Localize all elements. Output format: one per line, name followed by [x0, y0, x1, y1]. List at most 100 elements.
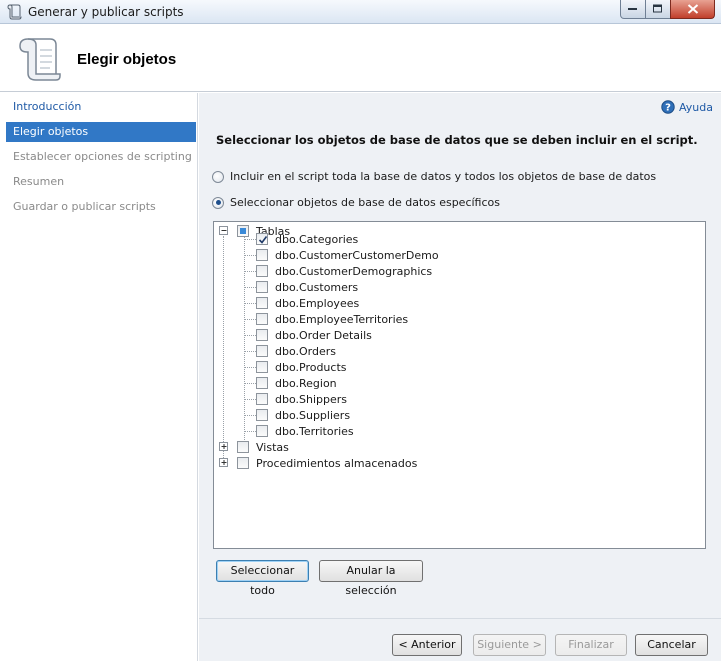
finish-button[interactable]: Finalizar: [555, 634, 627, 656]
tree-guide-line: [245, 399, 256, 400]
radio-entire-database[interactable]: [212, 170, 224, 183]
checkbox[interactable]: [256, 409, 268, 421]
tree-item[interactable]: dbo.Territories: [256, 423, 354, 439]
tree-guide-line: [244, 236, 245, 442]
tree-label: dbo.Order Details: [275, 328, 372, 342]
tree-item[interactable]: dbo.Orders: [256, 343, 336, 359]
tree-item[interactable]: dbo.CustomerDemographics: [256, 263, 432, 279]
help-link[interactable]: ? Ayuda: [661, 100, 713, 114]
checkbox[interactable]: [256, 345, 268, 357]
select-all-button[interactable]: Seleccionar todo: [216, 560, 309, 597]
checkbox-checked[interactable]: [256, 233, 268, 245]
tree-guide-line: [245, 351, 256, 352]
checkbox-procedimientos[interactable]: [237, 457, 249, 469]
expander-procedimientos[interactable]: [219, 458, 228, 467]
tree-label: dbo.EmployeeTerritories: [275, 312, 409, 326]
tree-guide-line: [245, 383, 256, 384]
tree-guide-line: [245, 239, 256, 240]
wizard-footer: < Anterior Siguiente > Finalizar Cancela…: [199, 618, 721, 661]
tree-item[interactable]: dbo.Customers: [256, 279, 358, 295]
tree-label: Procedimientos almacenados: [256, 456, 418, 470]
tree-label: dbo.CustomerDemographics: [275, 264, 433, 278]
next-button[interactable]: Siguiente >: [473, 634, 546, 656]
checkbox[interactable]: [256, 297, 268, 309]
tree-item[interactable]: dbo.EmployeeTerritories: [256, 311, 408, 327]
script-scroll-icon: [14, 33, 64, 86]
tree-item[interactable]: dbo.Region: [256, 375, 337, 391]
tree-node-procedimientos[interactable]: Procedimientos almacenados: [237, 455, 417, 471]
tree-guide-line: [223, 236, 224, 466]
nav-item-elegir-objetos[interactable]: Elegir objetos: [6, 122, 196, 142]
checkbox[interactable]: [256, 361, 268, 373]
tree-item[interactable]: dbo.Employees: [256, 295, 359, 311]
checkbox[interactable]: [256, 265, 268, 277]
tree-item[interactable]: dbo.Shippers: [256, 391, 347, 407]
section-title: Seleccionar los objetos de base de datos…: [216, 133, 698, 147]
nav-item-opciones-scripting: Establecer opciones de scripting: [13, 150, 192, 163]
nav-item-introduccion[interactable]: Introducción: [6, 97, 196, 117]
tree-guide-line: [245, 367, 256, 368]
checkbox[interactable]: [256, 425, 268, 437]
wizard-nav: Introducción Elegir objetos Establecer o…: [6, 93, 198, 661]
checkbox[interactable]: [256, 313, 268, 325]
tree-label: dbo.Customers: [275, 280, 359, 294]
svg-text:?: ?: [665, 103, 671, 114]
tree-guide-line: [245, 303, 256, 304]
checkbox[interactable]: [256, 377, 268, 389]
radio-specific-objects[interactable]: [212, 196, 224, 209]
tree-label: dbo.Employees: [275, 296, 360, 310]
clear-selection-button[interactable]: Anular la selección: [319, 560, 423, 597]
tree-node-vistas[interactable]: Vistas: [237, 439, 289, 455]
minimize-icon: [628, 8, 637, 10]
help-icon: ?: [661, 100, 675, 114]
checkbox[interactable]: [256, 281, 268, 293]
plus-icon: [221, 444, 227, 449]
tree-item[interactable]: dbo.Order Details: [256, 327, 372, 343]
tree-item[interactable]: dbo.Products: [256, 359, 347, 375]
tree-item[interactable]: dbo.CustomerCustomerDemo: [256, 247, 439, 263]
close-icon: [687, 4, 698, 14]
wizard-header: Elegir objetos: [0, 24, 721, 92]
help-label: Ayuda: [679, 100, 713, 114]
page-title: Elegir objetos: [77, 51, 177, 68]
checkbox[interactable]: [256, 393, 268, 405]
checkbox[interactable]: [256, 329, 268, 341]
tree-label: dbo.Orders: [275, 344, 336, 358]
tree-guide-line: [245, 415, 256, 416]
close-button[interactable]: [670, 0, 715, 19]
expander-tablas[interactable]: [219, 226, 228, 235]
minimize-button[interactable]: [620, 0, 646, 19]
tree-guide-line: [245, 319, 256, 320]
checkbox-vistas[interactable]: [237, 441, 249, 453]
title-bar: Generar y publicar scripts: [0, 0, 721, 24]
nav-item-guardar-publicar: Guardar o publicar scripts: [13, 200, 156, 213]
tree-guide-line: [245, 255, 256, 256]
checkbox-tablas[interactable]: [237, 225, 249, 237]
checkbox[interactable]: [256, 249, 268, 261]
option-label: Incluir en el script toda la base de dat…: [230, 170, 657, 183]
tree-label: dbo.Territories: [275, 424, 354, 438]
minus-icon: [221, 230, 227, 231]
main-content: ? Ayuda Seleccionar los objetos de base …: [199, 93, 721, 618]
window-title: Generar y publicar scripts: [28, 5, 184, 19]
option-specific-objects[interactable]: Seleccionar objetos de base de datos esp…: [212, 196, 500, 209]
tree-guide-line: [245, 335, 256, 336]
tree-item[interactable]: dbo.Suppliers: [256, 407, 350, 423]
tree-item[interactable]: dbo.Categories: [256, 231, 358, 247]
previous-button[interactable]: < Anterior: [392, 634, 462, 656]
expander-vistas[interactable]: [219, 442, 228, 451]
maximize-button[interactable]: [645, 0, 671, 19]
option-label: Seleccionar objetos de base de datos esp…: [230, 196, 500, 209]
tree-label: dbo.Region: [275, 376, 337, 390]
nav-item-resumen: Resumen: [13, 175, 65, 188]
option-entire-database[interactable]: Incluir en el script toda la base de dat…: [212, 170, 656, 183]
tree-label: Vistas: [256, 440, 289, 454]
cancel-button[interactable]: Cancelar: [635, 634, 708, 656]
tree-label: dbo.Products: [275, 360, 347, 374]
maximize-icon: [653, 4, 662, 13]
plus-icon: [221, 460, 227, 465]
tree-guide-line: [245, 287, 256, 288]
tree-label: dbo.Categories: [275, 232, 359, 246]
tree-guide-line: [245, 271, 256, 272]
object-tree[interactable]: Tablas dbo.Categories dbo.CustomerCustom…: [213, 221, 706, 549]
